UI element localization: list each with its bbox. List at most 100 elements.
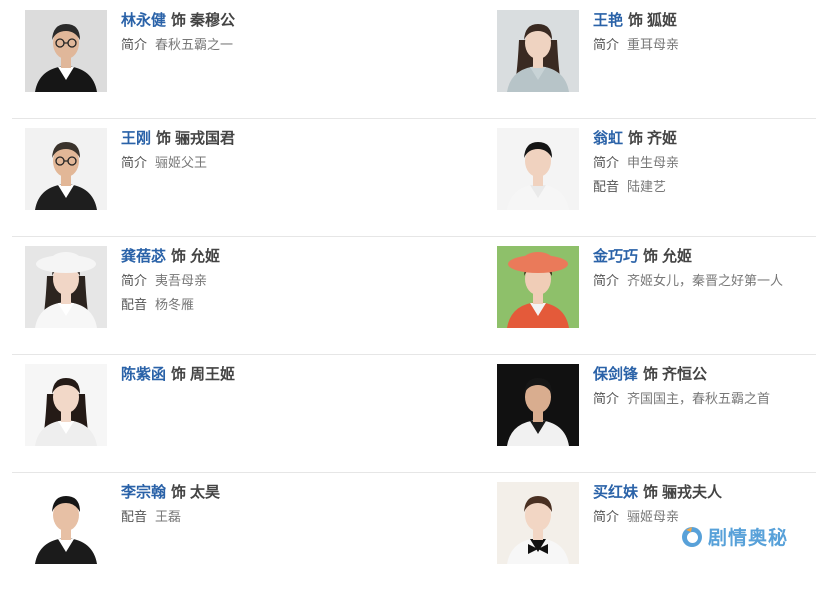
actor-name-link[interactable]: 林永健 (121, 11, 166, 29)
watermark-text: 剧情奥秘 (707, 527, 788, 549)
actor-name-link[interactable]: 买红妹 (593, 483, 638, 501)
role-name: 秦穆公 (190, 11, 236, 29)
cast-info: 保剑锋饰齐恒公 简介 齐国国主，春秋五霸之首 (593, 362, 770, 413)
actor-photo[interactable] (497, 128, 579, 210)
actor-photo[interactable] (25, 246, 107, 328)
detail-value: 齐姬女儿，秦晋之好第一人 (627, 274, 784, 289)
actor-photo[interactable] (497, 482, 579, 564)
plays-as-label: 饰 (628, 11, 644, 29)
detail-value: 齐国国主，春秋五霸之首 (627, 392, 771, 407)
actor-name-link[interactable]: 李宗翰 (121, 483, 166, 501)
plays-as-label: 饰 (171, 483, 187, 501)
cast-info: 王刚饰骊戎国君 简介 骊姬父王 (121, 126, 235, 177)
watermark: 剧情奥秘 (680, 523, 788, 550)
actor-name-link[interactable]: 翁虹 (593, 129, 623, 147)
detail-line: 配音 杨冬雁 (121, 293, 220, 319)
plays-as-label: 饰 (156, 129, 172, 147)
detail-line: 简介 齐国国主，春秋五霸之首 (593, 387, 770, 413)
actor-photo[interactable] (497, 10, 579, 92)
cast-info: 金巧巧饰允姬 简介 齐姬女儿，秦晋之好第一人 (593, 244, 783, 295)
detail-line: 配音 王磊 (121, 505, 220, 531)
actor-photo[interactable] (497, 364, 579, 446)
detail-line: 简介 申生母亲 (593, 151, 679, 177)
detail-line: 简介 春秋五霸之一 (121, 33, 235, 59)
actor-name-link[interactable]: 陈紫函 (121, 365, 166, 383)
cast-title: 李宗翰饰太昊 (121, 480, 220, 504)
detail-line: 简介 夷吾母亲 (121, 269, 220, 295)
detail-value: 申生母亲 (627, 156, 680, 171)
actor-name-link[interactable]: 王艳 (593, 11, 623, 29)
cast-row: 林永健饰秦穆公 简介 春秋五霸之一 王艳饰狐姬 简介 重耳母亲 (12, 0, 816, 119)
detail-label: 简介 (593, 392, 620, 407)
cast-row: 龚蓓苾饰允姬 简介 夷吾母亲 配音 杨冬雁 金巧巧饰允姬 简介 齐姬女儿，秦晋之好第一… (12, 236, 816, 355)
plays-as-label: 饰 (171, 11, 187, 29)
actor-name-link[interactable]: 王刚 (121, 129, 151, 147)
role-name: 骊戎国君 (175, 129, 236, 147)
cast-card: 翁虹饰齐姬 简介 申生母亲 配音 陆建艺 (484, 118, 816, 236)
cast-title: 王刚饰骊戎国君 (121, 126, 235, 150)
detail-label: 简介 (593, 510, 620, 525)
actor-photo[interactable] (25, 128, 107, 210)
detail-line: 配音 陆建艺 (593, 175, 679, 201)
cast-info: 翁虹饰齐姬 简介 申生母亲 配音 陆建艺 (593, 126, 679, 201)
detail-label: 简介 (121, 156, 148, 171)
plays-as-label: 饰 (643, 483, 659, 501)
detail-value: 春秋五霸之一 (155, 38, 234, 53)
actor-name-link[interactable]: 保剑锋 (593, 365, 638, 383)
cast-title: 金巧巧饰允姬 (593, 244, 783, 268)
detail-line: 简介 骊姬父王 (121, 151, 235, 177)
cast-card: 金巧巧饰允姬 简介 齐姬女儿，秦晋之好第一人 (484, 236, 816, 354)
role-name: 太昊 (190, 483, 221, 501)
cast-card: 王艳饰狐姬 简介 重耳母亲 (484, 0, 816, 118)
detail-label: 简介 (121, 274, 148, 289)
actor-name-link[interactable]: 金巧巧 (593, 247, 638, 265)
plays-as-label: 饰 (643, 247, 659, 265)
detail-label: 配音 (121, 510, 148, 525)
detail-label: 简介 (593, 38, 620, 53)
role-name: 齐恒公 (662, 365, 708, 383)
role-name: 狐姬 (647, 11, 678, 29)
cast-title: 陈紫函饰周王姬 (121, 362, 235, 386)
cast-card: 龚蓓苾饰允姬 简介 夷吾母亲 配音 杨冬雁 (12, 236, 412, 354)
actor-photo[interactable] (25, 364, 107, 446)
cast-title: 买红妹饰骊戎夫人 (593, 480, 722, 504)
cast-title: 保剑锋饰齐恒公 (593, 362, 770, 386)
actor-photo[interactable] (25, 482, 107, 564)
cast-title: 翁虹饰齐姬 (593, 126, 679, 150)
actor-name-link[interactable]: 龚蓓苾 (121, 247, 166, 265)
cast-title: 林永健饰秦穆公 (121, 8, 235, 32)
cast-card: 陈紫函饰周王姬 (12, 354, 412, 472)
watermark-logo-icon (681, 526, 702, 547)
cast-card: 王刚饰骊戎国君 简介 骊姬父王 (12, 118, 412, 236)
detail-value: 杨冬雁 (155, 298, 195, 313)
role-name: 骊戎夫人 (662, 483, 723, 501)
actor-photo[interactable] (497, 246, 579, 328)
detail-label: 简介 (121, 38, 148, 53)
detail-label: 配音 (121, 298, 148, 313)
role-name: 允姬 (662, 247, 693, 265)
cast-info: 王艳饰狐姬 简介 重耳母亲 (593, 8, 679, 59)
cast-info: 李宗翰饰太昊 配音 王磊 (121, 480, 220, 531)
cast-title: 龚蓓苾饰允姬 (121, 244, 220, 268)
role-name: 齐姬 (647, 129, 678, 147)
plays-as-label: 饰 (643, 365, 659, 383)
role-name: 允姬 (190, 247, 221, 265)
detail-line: 简介 重耳母亲 (593, 33, 679, 59)
detail-label: 配音 (593, 180, 620, 195)
detail-value: 骊姬母亲 (627, 510, 680, 525)
cast-row: 陈紫函饰周王姬 保剑锋饰齐恒公 简介 齐国国主，春秋五霸之首 (12, 354, 816, 473)
detail-value: 骊姬父王 (155, 156, 208, 171)
detail-value: 王磊 (155, 510, 182, 525)
cast-info: 龚蓓苾饰允姬 简介 夷吾母亲 配音 杨冬雁 (121, 244, 220, 319)
detail-value: 重耳母亲 (627, 38, 680, 53)
detail-line: 简介 齐姬女儿，秦晋之好第一人 (593, 269, 783, 295)
plays-as-label: 饰 (171, 365, 187, 383)
detail-label: 简介 (593, 274, 620, 289)
cast-info: 林永健饰秦穆公 简介 春秋五霸之一 (121, 8, 235, 59)
plays-as-label: 饰 (628, 129, 644, 147)
detail-value: 陆建艺 (627, 180, 667, 195)
cast-title: 王艳饰狐姬 (593, 8, 679, 32)
cast-row: 王刚饰骊戎国君 简介 骊姬父王 翁虹饰齐姬 简介 申生母亲 配音 陆建艺 (12, 118, 816, 237)
plays-as-label: 饰 (171, 247, 187, 265)
actor-photo[interactable] (25, 10, 107, 92)
